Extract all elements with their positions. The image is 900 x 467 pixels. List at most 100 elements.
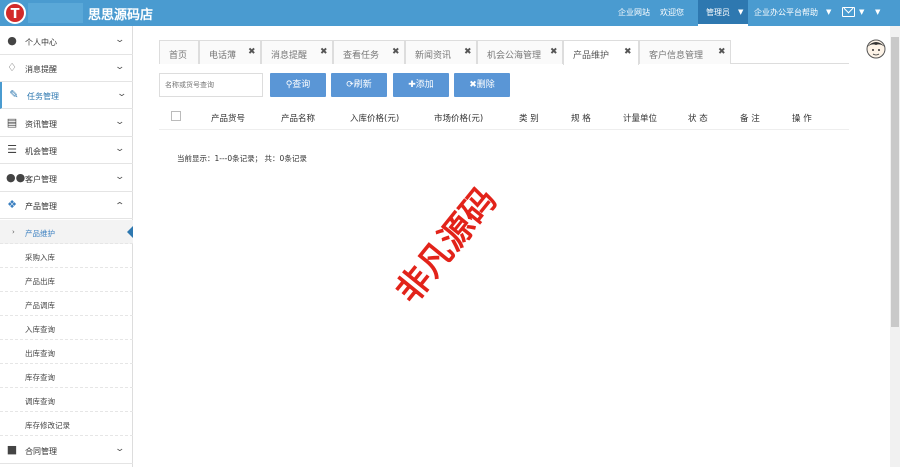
refresh-button[interactable]: ⟳刷新 <box>331 73 387 97</box>
sidebar-subitem-stock-log[interactable]: 库存修改记录 <box>0 412 133 436</box>
tab-opportunity-pool[interactable]: 机会公海管理 ✖ <box>477 40 563 64</box>
sidebar-subitem-label: 产品出库 <box>25 277 55 286</box>
help-link[interactable]: 企业办公平台帮助 <box>754 7 818 18</box>
tab-phonebook[interactable]: 电话薄 ✖ <box>199 40 261 64</box>
tab-home[interactable]: 首页 <box>159 40 199 64</box>
logo: T <box>4 2 26 24</box>
tab-label: 首页 <box>169 51 188 61</box>
tab-label: 机会公海管理 <box>487 51 542 61</box>
column-header: 计量单位 <box>623 114 658 124</box>
sidebar-subitem-product-out[interactable]: 产品出库 <box>0 268 133 292</box>
select-all-checkbox[interactable] <box>171 111 181 121</box>
chevron-down-icon: ⌄ <box>114 117 126 127</box>
caret-right-icon: › <box>12 228 15 236</box>
tab-customer-info[interactable]: 客户信息管理 ✖ <box>639 40 731 64</box>
column-header: 操 作 <box>792 114 812 124</box>
column-header: 入库价格(元) <box>350 114 400 124</box>
sidebar-subitem-purchase-in[interactable]: 采购入库 <box>0 244 133 268</box>
top-bar: T 思思源码店 企业网站 欢迎您 管理员 ▼ 企业办公平台帮助 ▼ ▼ ▼ <box>0 0 900 26</box>
sidebar-item-opportunity[interactable]: ☰ 机会管理 ⌄ <box>0 137 133 164</box>
sidebar-subitem-label: 调库查询 <box>25 397 55 406</box>
column-header: 市场价格(元) <box>434 114 484 124</box>
chevron-down-icon: ▼ <box>738 8 744 16</box>
folder-icon: ■ <box>6 443 18 456</box>
user-icon: ● <box>7 34 17 47</box>
avatar[interactable] <box>864 38 888 60</box>
list-icon: ☰ <box>7 143 17 156</box>
sidebar-subitem-label: 产品维护 <box>25 229 55 238</box>
sidebar-item-label: 个人中心 <box>25 38 57 47</box>
close-icon[interactable]: ✖ <box>392 47 400 57</box>
sidebar-subitem-in-query[interactable]: 入库查询 <box>0 316 133 340</box>
chevron-down-icon: ▼ <box>826 8 832 16</box>
sidebar-item-messages[interactable]: ♢ 消息提醒 ⌄ <box>0 55 133 82</box>
sidebar-item-label: 产品管理 <box>25 202 57 211</box>
sidebar-item-news[interactable]: ▤ 资讯管理 ⌄ <box>0 110 133 137</box>
chevron-down-icon[interactable]: ▼ <box>875 8 880 16</box>
chevron-down-icon: ⌄ <box>114 35 126 45</box>
sidebar-subitem-label: 采购入库 <box>25 253 55 262</box>
admin-menu[interactable]: 管理员 <box>706 7 730 18</box>
company-site-link[interactable]: 企业网站 <box>618 7 650 18</box>
sidebar-subitem-product-maintenance[interactable]: › 产品维护 <box>0 220 133 244</box>
sidebar-subitem-out-query[interactable]: 出库查询 <box>0 340 133 364</box>
document-icon: ▤ <box>6 116 18 129</box>
sidebar-item-label: 消息提醒 <box>25 65 57 74</box>
sidebar-subitem-label: 入库查询 <box>25 325 55 334</box>
close-icon[interactable]: ✖ <box>320 47 328 57</box>
column-header: 备 注 <box>740 114 760 124</box>
sidebar-item-customers[interactable]: ●● 客户管理 ⌄ <box>0 165 133 192</box>
tab-news[interactable]: 新闻资讯 ✖ <box>405 40 477 64</box>
button-label: 添加 <box>415 80 434 90</box>
column-header: 产品名称 <box>281 114 316 124</box>
sidebar-item-contracts[interactable]: ■ 合同管理 ⌄ <box>0 437 133 464</box>
sidebar-item-personal[interactable]: ● 个人中心 ⌄ <box>0 28 133 55</box>
bell-icon: ♢ <box>7 61 17 74</box>
welcome-text: 欢迎您 <box>660 8 684 17</box>
tab-product-maintenance[interactable]: 产品维护 ✖ <box>563 40 639 65</box>
sidebar-subitem-label: 产品调库 <box>25 301 55 310</box>
sidebar-item-label: 资讯管理 <box>25 120 57 129</box>
tab-label: 消息提醒 <box>271 51 308 61</box>
add-button[interactable]: ✚添加 <box>393 73 449 97</box>
sidebar-subitem-label: 库存修改记录 <box>25 421 70 430</box>
close-icon[interactable]: ✖ <box>624 47 632 57</box>
sidebar-subitem-stock-query[interactable]: 库存查询 <box>0 364 133 388</box>
sidebar-subitem-label: 出库查询 <box>25 349 55 358</box>
delete-button[interactable]: ✖删除 <box>454 73 510 97</box>
button-label: 查询 <box>292 80 311 90</box>
sidebar-subitem-label: 库存查询 <box>25 373 55 382</box>
column-header: 规 格 <box>571 114 591 124</box>
scrollbar-thumb[interactable] <box>891 37 899 327</box>
search-input[interactable] <box>159 73 263 97</box>
sidebar-item-tasks[interactable]: ✎ 任务管理 ⌄ <box>0 82 133 109</box>
close-icon: ✖ <box>469 80 477 90</box>
pager-info: 当前显示：1---0条记录； 共：0条记录 <box>177 154 307 163</box>
plus-icon: ✚ <box>408 80 416 90</box>
brand-title: 思思源码店 <box>88 8 154 23</box>
chevron-down-icon: ⌄ <box>116 89 128 99</box>
tab-view-task[interactable]: 查看任务 ✖ <box>333 40 405 64</box>
chevron-down-icon: ⌄ <box>114 62 126 72</box>
chevron-down-icon: ▼ <box>859 8 865 16</box>
main-content: 首页 电话薄 ✖ 消息提醒 ✖ 查看任务 ✖ 新闻资讯 ✖ 机会公海管理 ✖ 产… <box>134 26 890 467</box>
sidebar-subitem-product-transfer[interactable]: 产品调库 <box>0 292 133 316</box>
tab-bar: 首页 电话薄 ✖ 消息提醒 ✖ 查看任务 ✖ 新闻资讯 ✖ 机会公海管理 ✖ 产… <box>159 40 849 65</box>
close-icon[interactable]: ✖ <box>464 47 472 57</box>
tab-label: 查看任务 <box>343 51 380 61</box>
chevron-up-icon: ⌄ <box>114 199 126 209</box>
tab-label: 产品维护 <box>573 51 610 61</box>
sidebar-item-products[interactable]: ❖ 产品管理 ⌄ <box>0 192 133 219</box>
sidebar-subitem-transfer-query[interactable]: 调库查询 <box>0 388 133 412</box>
close-icon[interactable]: ✖ <box>248 47 256 57</box>
table-header: 产品货号 产品名称 入库价格(元) 市场价格(元) 类 别 规 格 计量单位 状… <box>159 106 849 130</box>
mail-icon[interactable] <box>842 7 855 17</box>
close-icon[interactable]: ✖ <box>550 47 558 57</box>
column-header: 状 态 <box>688 114 708 124</box>
close-icon[interactable]: ✖ <box>718 47 726 57</box>
chevron-down-icon: ⌄ <box>114 444 126 454</box>
tab-messages[interactable]: 消息提醒 ✖ <box>261 40 333 64</box>
query-button[interactable]: ⚲查询 <box>270 73 326 97</box>
button-label: 删除 <box>476 80 495 90</box>
refresh-icon: ⟳ <box>346 80 354 90</box>
